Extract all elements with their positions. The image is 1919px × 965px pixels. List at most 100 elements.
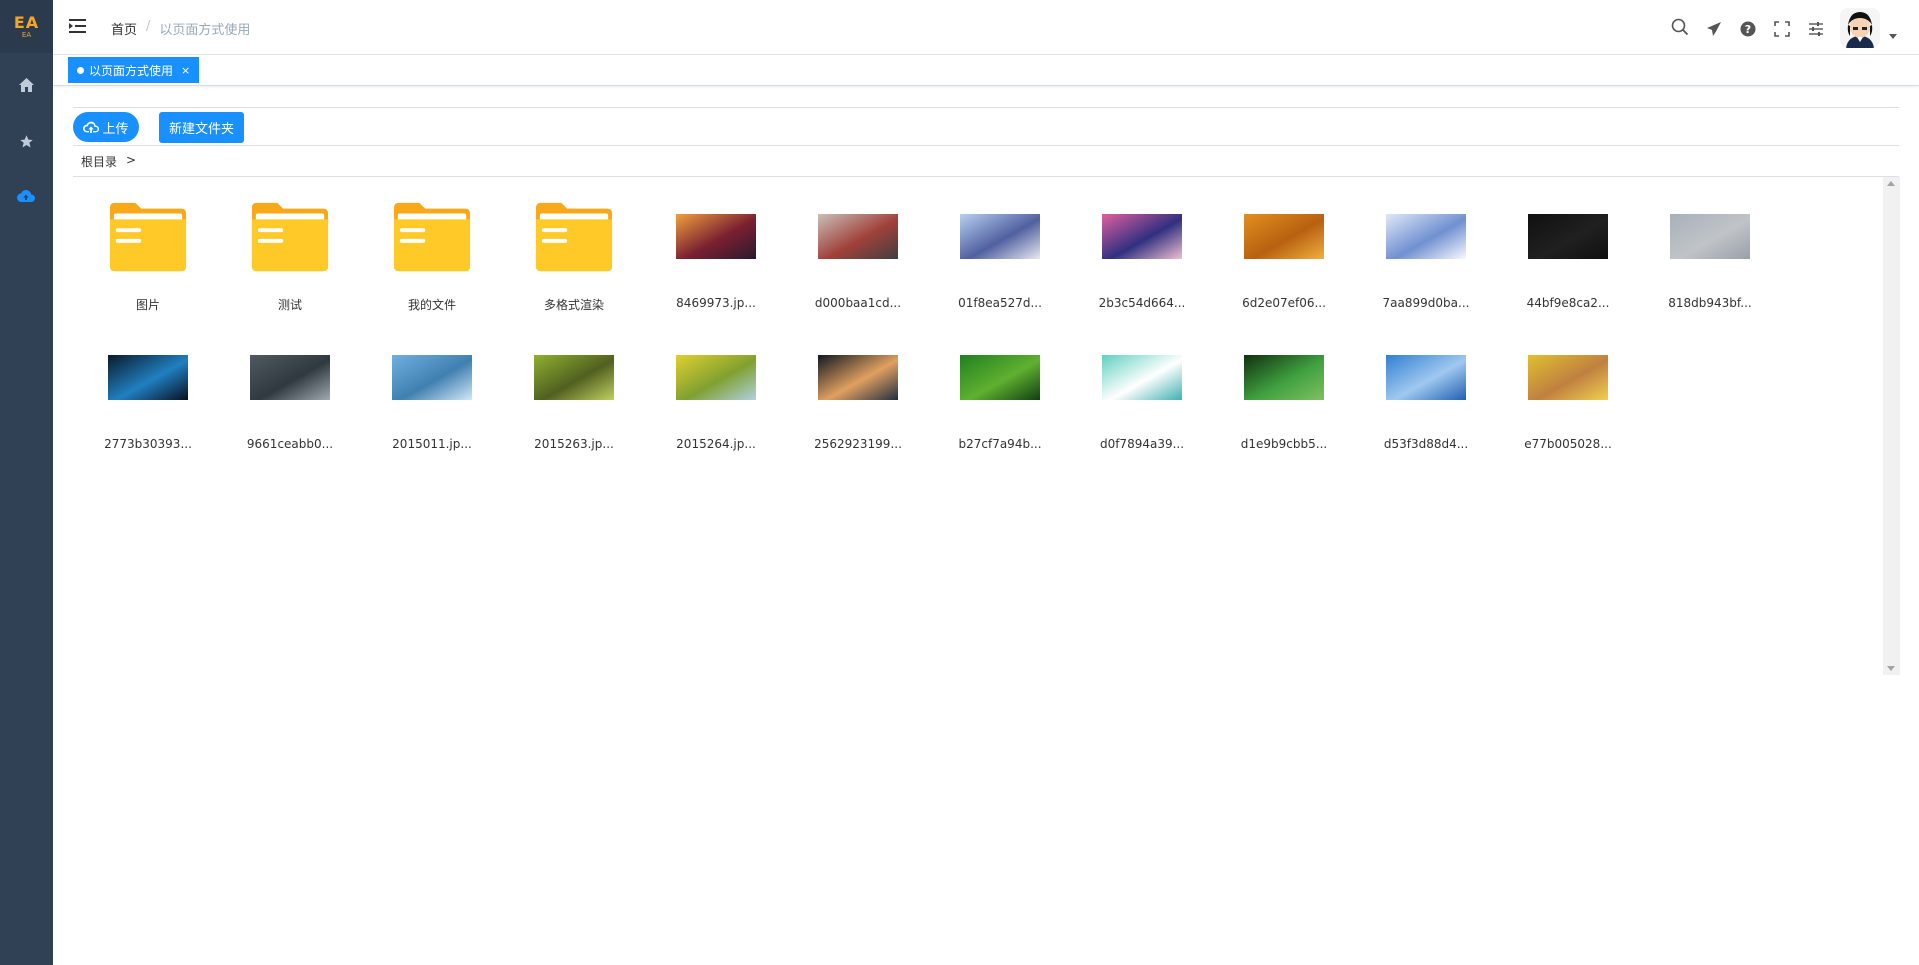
folder-item[interactable]: 多格式渲染	[499, 177, 641, 317]
tag-active[interactable]: 以页面方式使用 ×	[68, 57, 200, 83]
new-folder-button[interactable]: 新建文件夹	[159, 112, 244, 143]
file-item[interactable]: 44bf9e8ca2...	[1493, 177, 1635, 317]
file-item[interactable]: 7aa899d0ba...	[1351, 177, 1493, 317]
file-item[interactable]: d53f3d88d4...	[1351, 318, 1493, 458]
image-thumbnail	[1670, 199, 1750, 273]
file-name: 2773b30393...	[104, 437, 192, 451]
tags-view-bar: 以页面方式使用 ×	[53, 55, 1919, 86]
scroll-up-icon[interactable]	[1887, 181, 1895, 186]
file-item[interactable]: d000baa1cd...	[783, 177, 925, 317]
chevron-down-icon[interactable]	[1889, 34, 1897, 39]
help-icon[interactable]: ?	[1738, 19, 1758, 39]
file-item[interactable]: 818db943bf...	[1635, 177, 1777, 317]
image-thumbnail	[1244, 340, 1324, 414]
file-name: 2b3c54d664...	[1098, 296, 1186, 310]
logo-text: EA	[13, 12, 40, 32]
hamburger-icon[interactable]	[69, 18, 87, 36]
file-name: 6d2e07ef06...	[1242, 296, 1326, 310]
file-item[interactable]: e77b005028...	[1493, 318, 1635, 458]
svg-text:?: ?	[1745, 23, 1751, 36]
cloud-upload-icon[interactable]	[16, 186, 36, 206]
file-item[interactable]: 2773b30393...	[73, 318, 215, 458]
file-name: 8469973.jp...	[676, 296, 756, 310]
file-item[interactable]: d1e9b9cbb5...	[1209, 318, 1351, 458]
image-thumbnail	[534, 340, 614, 414]
close-icon[interactable]: ×	[181, 64, 190, 77]
folder-item[interactable]: 我的文件	[357, 177, 499, 317]
upload-button-label: 上传	[102, 121, 129, 137]
top-navbar: 首页 / 以页面方式使用 ?	[53, 0, 1919, 55]
file-name: e77b005028...	[1524, 437, 1612, 451]
folder-icon	[250, 199, 330, 273]
file-item[interactable]: 9661ceabb0...	[215, 318, 357, 458]
toolbar-divider-top	[73, 107, 1899, 108]
folder-item[interactable]: 图片	[73, 177, 215, 317]
toolbar-divider-bottom	[73, 145, 1899, 146]
file-item[interactable]: 2015263.jp...	[499, 318, 641, 458]
path-separator: >	[126, 153, 137, 167]
image-thumbnail	[392, 340, 472, 414]
fullscreen-icon[interactable]	[1772, 19, 1792, 39]
file-name: b27cf7a94b...	[958, 437, 1042, 451]
folder-item[interactable]: 测试	[215, 177, 357, 317]
file-name: 测试	[277, 298, 302, 312]
image-thumbnail	[1102, 340, 1182, 414]
file-item[interactable]: 2562923199...	[783, 318, 925, 458]
search-icon[interactable]	[1670, 17, 1690, 37]
file-name: 44bf9e8ca2...	[1526, 296, 1610, 310]
star-icon[interactable]	[16, 131, 36, 151]
image-thumbnail	[1244, 199, 1324, 273]
breadcrumb-separator: /	[146, 19, 151, 34]
scrollbar[interactable]	[1883, 177, 1900, 675]
file-item[interactable]: b27cf7a94b...	[925, 318, 1067, 458]
file-name: 2015011.jp...	[392, 437, 472, 451]
file-name: d53f3d88d4...	[1383, 437, 1469, 451]
scroll-down-icon[interactable]	[1887, 666, 1895, 671]
upload-button[interactable]: 上传	[73, 112, 139, 142]
image-thumbnail	[960, 340, 1040, 414]
file-name: 01f8ea527d...	[958, 296, 1042, 310]
image-thumbnail	[676, 199, 756, 273]
file-item[interactable]: 01f8ea527d...	[925, 177, 1067, 317]
user-avatar[interactable]	[1840, 8, 1880, 48]
file-item[interactable]: 2015011.jp...	[357, 318, 499, 458]
file-name: 2562923199...	[814, 437, 902, 451]
image-thumbnail	[250, 340, 330, 414]
path-root[interactable]: 根目录	[81, 153, 117, 170]
sidebar: EA EA	[0, 0, 53, 965]
tag-label: 以页面方式使用	[89, 63, 174, 78]
image-thumbnail	[960, 199, 1040, 273]
image-thumbnail	[818, 340, 898, 414]
file-name: 多格式渲染	[543, 298, 604, 312]
image-thumbnail	[1528, 340, 1608, 414]
file-item[interactable]: 8469973.jp...	[641, 177, 783, 317]
folder-icon	[392, 199, 472, 273]
image-thumbnail	[1386, 340, 1466, 414]
file-grid: 图片 测试 我的文件 多格式渲染 8469973.jp... d000baa1cd... 0…	[73, 177, 1883, 675]
send-icon[interactable]	[1704, 19, 1724, 39]
file-name: 7aa899d0ba...	[1382, 296, 1470, 310]
file-item[interactable]: 2015264.jp...	[641, 318, 783, 458]
settings-sliders-icon[interactable]	[1806, 19, 1826, 39]
image-thumbnail	[1102, 199, 1182, 273]
image-thumbnail	[1386, 199, 1466, 273]
file-item[interactable]: 6d2e07ef06...	[1209, 177, 1351, 317]
file-name: 2015263.jp...	[534, 437, 614, 451]
new-folder-button-label: 新建文件夹	[168, 122, 234, 137]
file-name: 818db943bf...	[1668, 296, 1752, 310]
image-thumbnail	[108, 340, 188, 414]
file-item[interactable]: d0f7894a39...	[1067, 318, 1209, 458]
cloud-upload-icon	[83, 121, 100, 133]
tag-dot-icon	[77, 66, 84, 74]
breadcrumb-home[interactable]: 首页	[111, 19, 137, 38]
file-item[interactable]: 2b3c54d664...	[1067, 177, 1209, 317]
image-thumbnail	[676, 340, 756, 414]
file-name: d0f7894a39...	[1099, 437, 1185, 451]
breadcrumb-current: 以页面方式使用	[159, 23, 251, 38]
file-name: 9661ceabb0...	[246, 437, 334, 451]
folder-icon	[534, 199, 614, 273]
logo-subtext: EA	[21, 30, 32, 39]
app-logo[interactable]: EA EA	[0, 0, 53, 53]
file-name: 我的文件	[407, 298, 456, 312]
home-icon[interactable]	[16, 75, 36, 95]
